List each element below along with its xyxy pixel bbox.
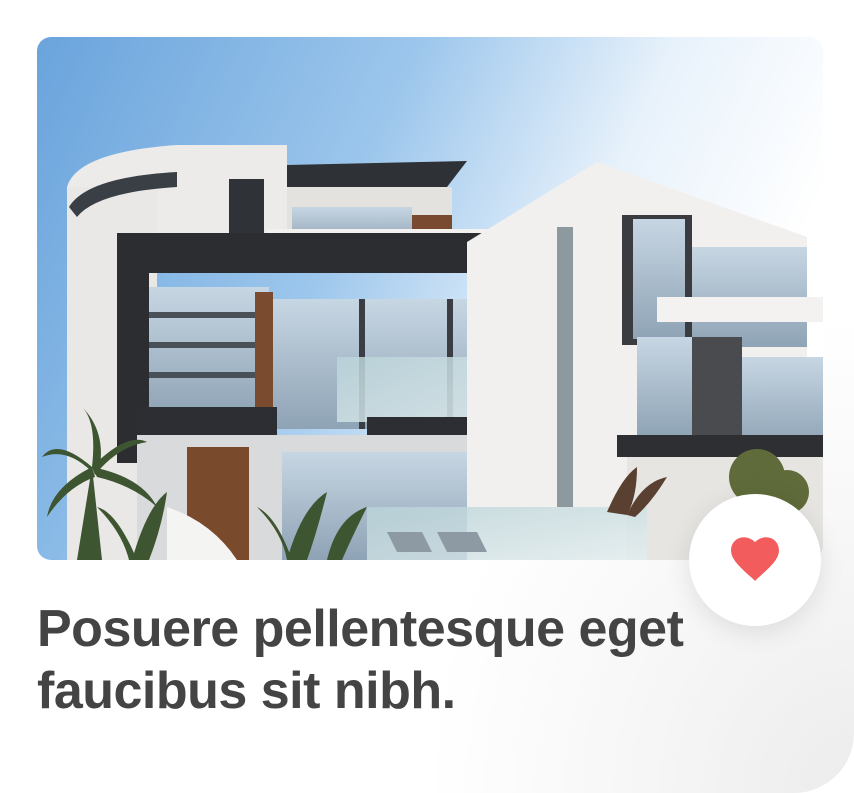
property-card[interactable]: Posuere pellentesque eget faucibus sit n… — [0, 0, 854, 793]
heart-icon — [731, 537, 779, 581]
favorite-button[interactable] — [689, 494, 821, 626]
property-photo — [37, 37, 823, 560]
card-title: Posuere pellentesque eget faucibus sit n… — [37, 600, 684, 720]
